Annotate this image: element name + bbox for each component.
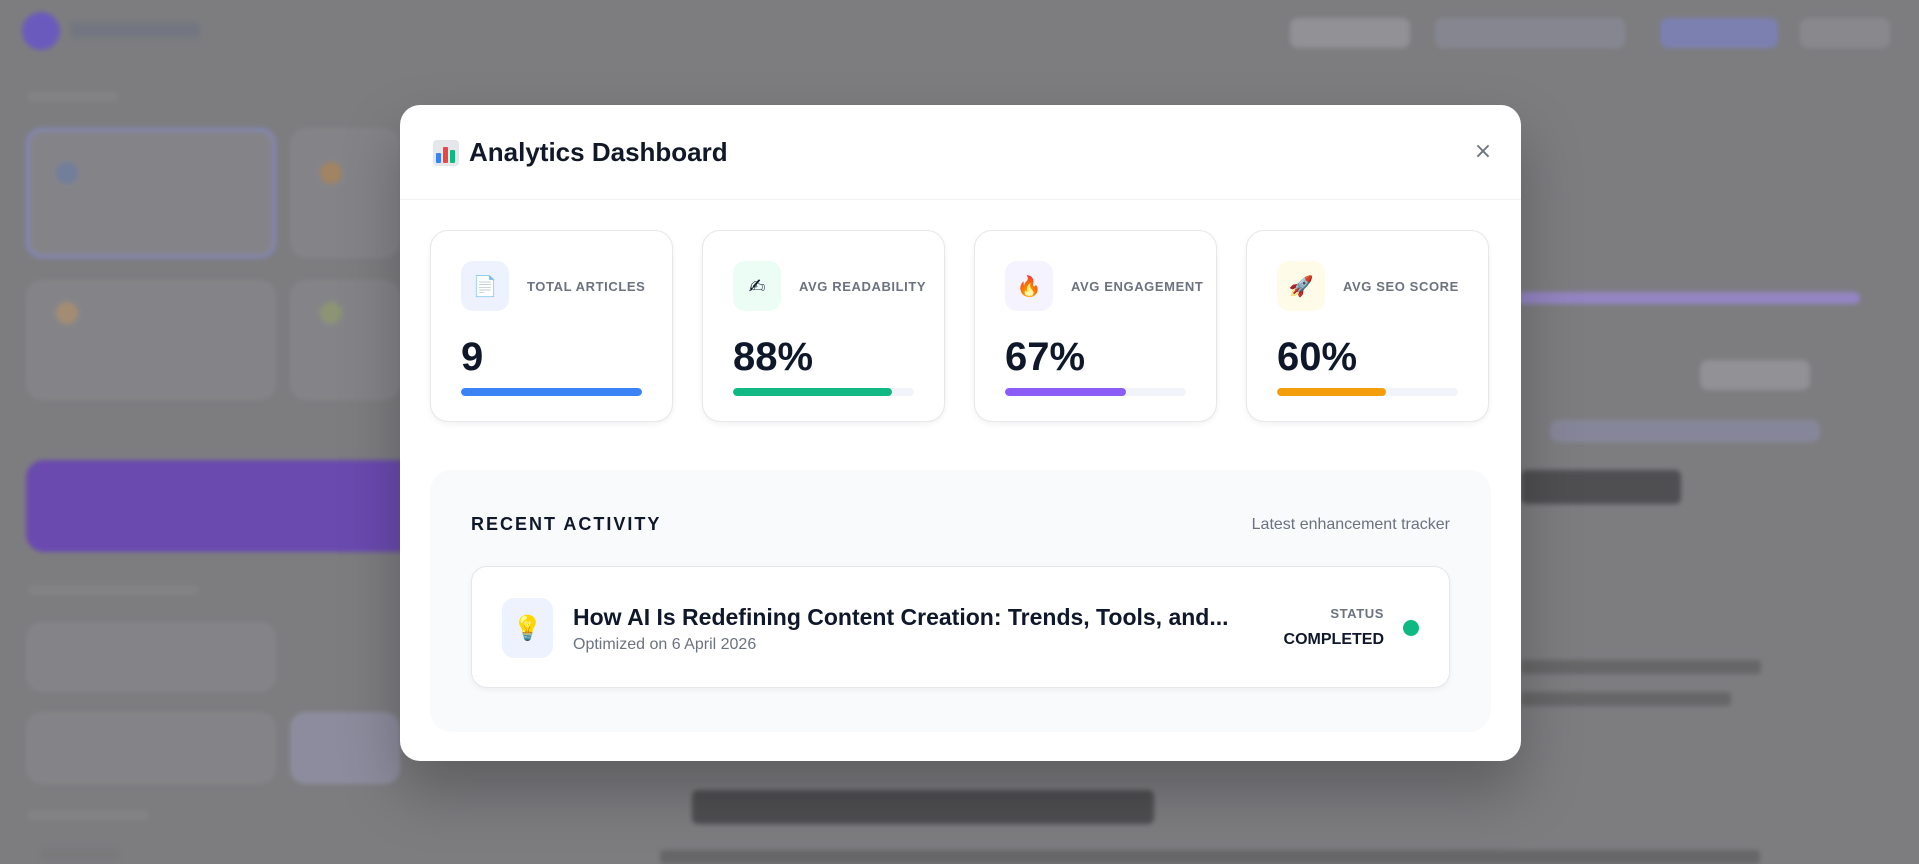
background-logo	[22, 12, 60, 50]
background-text	[1521, 660, 1761, 674]
activity-item-date: Optimized on 6 April 2026	[573, 636, 757, 653]
stat-card-avg-seo-score: 🚀 AVG SEO SCORE 60%	[1246, 230, 1489, 422]
stat-progress-fill	[733, 388, 893, 396]
background-text	[40, 848, 120, 860]
background-toggle	[1550, 420, 1820, 442]
background-card	[26, 622, 276, 692]
stat-card-avg-engagement: 🔥 AVG ENGAGEMENT 67%	[974, 230, 1217, 422]
rocket-icon: 🚀	[1277, 261, 1325, 311]
status-label: STATUS	[1330, 606, 1384, 621]
lightbulb-icon: 💡	[502, 598, 553, 658]
background-logo-text	[70, 22, 200, 38]
bar-chart-icon	[433, 139, 459, 166]
background-card	[26, 712, 276, 784]
stat-value: 67%	[1005, 335, 1086, 379]
background-dot	[56, 302, 78, 324]
background-banner	[26, 460, 426, 552]
stat-label: AVG READABILITY	[799, 279, 927, 294]
background-topbar	[0, 0, 1919, 64]
writing-hand-icon: ✍	[733, 261, 781, 311]
stat-progress-fill	[461, 388, 642, 396]
stat-progress-track	[1277, 388, 1458, 396]
background-card	[290, 712, 400, 784]
background-card	[290, 128, 400, 258]
document-icon: 📄	[461, 261, 509, 311]
background-nav-pill	[1660, 18, 1778, 48]
status-indicator-dot	[1403, 620, 1419, 636]
stat-label: TOTAL ARTICLES	[527, 279, 646, 294]
stat-card-avg-readability: ✍ AVG READABILITY 88%	[702, 230, 945, 422]
background-card	[26, 128, 276, 258]
background-card	[290, 280, 400, 400]
background-nav-pill	[1290, 18, 1410, 48]
stat-value: 9	[461, 335, 484, 379]
activity-item-title: How AI Is Redefining Content Creation: T…	[573, 604, 1229, 630]
background-button	[1700, 360, 1810, 390]
stat-progress-track	[461, 388, 642, 396]
stat-progress-fill	[1005, 388, 1127, 396]
background-dot	[56, 162, 78, 184]
modal-title: Analytics Dashboard	[433, 137, 728, 168]
modal-header: Analytics Dashboard ×	[400, 105, 1521, 200]
stat-progress-track	[733, 388, 914, 396]
background-progress	[1500, 292, 1860, 304]
background-card	[26, 280, 276, 400]
close-button[interactable]: ×	[1471, 140, 1495, 164]
stat-progress-fill	[1277, 388, 1386, 396]
stat-label: AVG SEO SCORE	[1343, 279, 1459, 294]
background-text	[28, 585, 198, 595]
stat-value: 88%	[733, 335, 814, 379]
fire-icon: 🔥	[1005, 261, 1053, 311]
recent-activity-subtitle: Latest enhancement tracker	[1251, 516, 1450, 533]
background-nav-pill	[1435, 18, 1625, 48]
modal-title-text: Analytics Dashboard	[469, 137, 728, 167]
analytics-modal: Analytics Dashboard × 📄 TOTAL ARTICLES 9…	[400, 105, 1521, 761]
background-nav-pill	[1800, 18, 1890, 48]
stat-card-total-articles: 📄 TOTAL ARTICLES 9	[430, 230, 673, 422]
stats-row: 📄 TOTAL ARTICLES 9 ✍ AVG READABILITY 88%…	[430, 230, 1491, 422]
background-dot	[320, 302, 342, 324]
recent-activity-title: RECENT ACTIVITY	[471, 514, 662, 534]
stat-value: 60%	[1277, 335, 1358, 379]
background-text	[28, 92, 118, 102]
background-text	[28, 810, 148, 820]
status-value: COMPLETED	[1283, 631, 1384, 648]
background-dot	[320, 162, 342, 184]
recent-activity-panel: RECENT ACTIVITY Latest enhancement track…	[430, 470, 1491, 732]
stat-label: AVG ENGAGEMENT	[1071, 279, 1204, 294]
background-text	[1521, 692, 1731, 706]
background-text	[660, 850, 1760, 864]
activity-item[interactable]: 💡 How AI Is Redefining Content Creation:…	[471, 566, 1450, 688]
background-heading	[692, 790, 1154, 824]
background-heading	[1521, 470, 1681, 504]
stat-progress-track	[1005, 388, 1186, 396]
